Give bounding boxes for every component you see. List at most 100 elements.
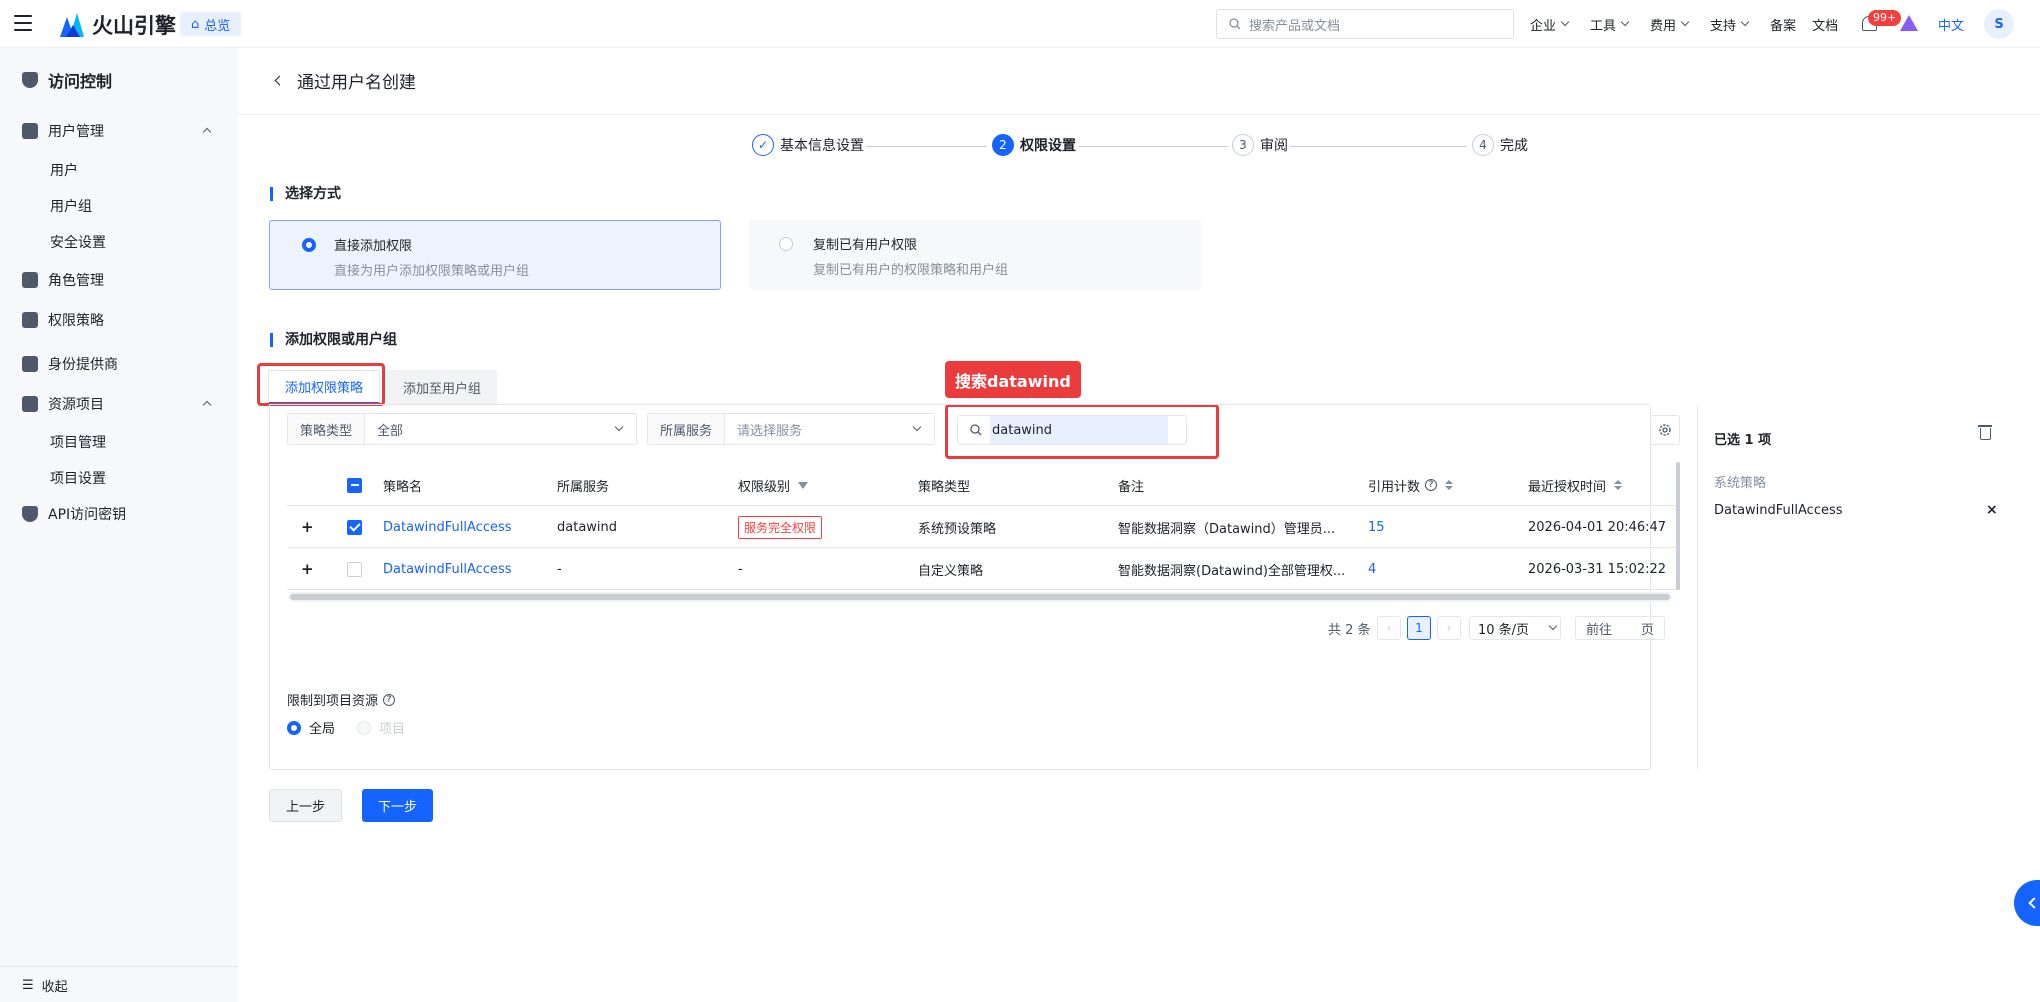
sidebar-item-label: 用户管理 <box>48 124 104 140</box>
policy-service: datawind <box>557 519 618 535</box>
nav-label: 工具 <box>1590 18 1617 34</box>
header-refs-label: 引用计数 <box>1368 479 1421 495</box>
goto-page-input[interactable]: 前往 页 <box>1575 616 1665 640</box>
expand-row-button[interactable]: + <box>301 548 314 590</box>
tab-add-to-group[interactable]: 添加至用户组 <box>387 370 498 404</box>
chevron-down-icon <box>1740 17 1750 27</box>
nav-filing[interactable]: 备案 <box>1770 15 1796 34</box>
expand-row-button[interactable]: + <box>301 506 314 548</box>
policy-name-link[interactable]: DatawindFullAccess <box>383 506 512 548</box>
nav-label: 支持 <box>1710 18 1737 34</box>
scope-project-option[interactable]: 项目 <box>357 718 405 737</box>
back-icon[interactable] <box>274 75 285 86</box>
top-bar: 火山引擎 ⌂ 总览 搜索产品或文档 企业 工具 费用 支持 备案 文档 99+ … <box>0 0 2040 48</box>
select-all-checkbox[interactable] <box>347 477 362 493</box>
page-1-button[interactable]: 1 <box>1407 616 1431 640</box>
policy-type-select[interactable]: 策略类型 全部 <box>287 413 637 445</box>
chevron-left-icon <box>2028 897 2040 909</box>
key-shield-icon <box>22 506 38 522</box>
sidebar-item-project-management[interactable]: 项目管理 <box>50 432 106 452</box>
table-header: 策略名 所属服务 权限级别 策略类型 备注 引用计数 ? 最近授权时间 <box>287 464 1680 506</box>
nav-billing[interactable]: 费用 <box>1650 15 1690 34</box>
reference-count-link[interactable]: 15 <box>1368 506 1385 548</box>
sidebar-item-api-keys[interactable]: API访问密钥 <box>22 504 126 524</box>
brand-logo[interactable]: 火山引擎 <box>60 10 176 40</box>
language-switch[interactable]: 中文 <box>1938 15 1964 34</box>
search-icon <box>1229 18 1241 30</box>
option-copy-user[interactable]: 复制已有用户权限 复制已有用户的权限策略和用户组 <box>749 220 1201 290</box>
sidebar-item-role-management[interactable]: 角色管理 <box>22 270 104 290</box>
row-checkbox-cell <box>347 506 362 548</box>
page-size-select[interactable]: 10 条/页 <box>1469 616 1561 640</box>
sidebar-item-resource-projects[interactable]: 资源项目 <box>22 394 104 414</box>
header-last-label: 最近授权时间 <box>1528 479 1607 495</box>
sidebar-item-label: 资源项目 <box>48 397 104 413</box>
policy-search-input[interactable]: datawind <box>957 415 1187 445</box>
step-number: 2 <box>992 134 1014 156</box>
filter-placeholder: 请选择服务 <box>737 423 803 439</box>
avatar[interactable]: S <box>1984 9 2014 39</box>
nav-docs[interactable]: 文档 <box>1812 15 1838 34</box>
sidebar-item-user-groups[interactable]: 用户组 <box>50 196 92 216</box>
next-step-button[interactable]: 下一步 <box>362 789 434 822</box>
radio-global[interactable] <box>287 720 301 735</box>
radio-project[interactable] <box>357 720 371 735</box>
chevron-down-icon <box>1560 17 1570 27</box>
vertical-scrollbar[interactable] <box>1676 462 1680 590</box>
menu-icon[interactable] <box>14 15 32 31</box>
sidebar-item-identity-providers[interactable]: 身份提供商 <box>22 354 118 374</box>
trash-icon[interactable] <box>1978 425 1992 440</box>
chevron-down-icon <box>1548 621 1558 631</box>
header-level-label: 权限级别 <box>738 479 791 495</box>
sort-icon[interactable] <box>1445 480 1454 490</box>
policy-type: 自定义策略 <box>918 563 984 579</box>
nav-enterprise[interactable]: 企业 <box>1530 15 1570 34</box>
chevron-up-icon[interactable] <box>202 127 212 137</box>
help-icon[interactable]: ? <box>383 693 396 706</box>
scope-global-option[interactable]: 全局 <box>287 718 335 737</box>
filter-icon[interactable] <box>798 481 809 489</box>
sort-icon[interactable] <box>1614 480 1623 490</box>
previous-step-button[interactable]: 上一步 <box>269 789 343 822</box>
overview-button[interactable]: ⌂ 总览 <box>180 12 242 36</box>
nav-label: 企业 <box>1530 18 1557 34</box>
next-page-button[interactable]: › <box>1437 616 1461 640</box>
service-select[interactable]: 所属服务 请选择服务 <box>647 413 935 445</box>
last-granted-time: 2026-04-01 20:46:47 <box>1528 519 1667 535</box>
gear-icon <box>1659 424 1671 436</box>
search-value: datawind <box>990 416 1168 444</box>
policy-note: 智能数据洞察(Datawind)全部管理权... <box>1118 563 1346 579</box>
chevron-up-icon[interactable] <box>202 400 212 410</box>
close-icon[interactable]: × <box>1986 502 1998 518</box>
row-checkbox[interactable] <box>347 561 362 577</box>
sidebar-item-policies[interactable]: 权限策略 <box>22 310 104 330</box>
section-title-add: 添加权限或用户组 <box>270 333 397 347</box>
prev-page-button[interactable]: ‹ <box>1377 616 1401 640</box>
option-title: 复制已有用户权限 <box>813 238 918 253</box>
sidebar-item-user-management[interactable]: 用户管理 <box>22 121 104 141</box>
mountain-icon[interactable] <box>1900 15 1918 31</box>
policy-name-link[interactable]: DatawindFullAccess <box>383 548 512 590</box>
horizontal-scrollbar[interactable] <box>288 592 1672 602</box>
page-header: 通过用户名创建 <box>274 68 416 93</box>
nav-support[interactable]: 支持 <box>1710 15 1750 34</box>
help-icon[interactable]: ? <box>1425 479 1438 491</box>
radio-direct[interactable] <box>302 238 316 252</box>
table-settings-button[interactable] <box>1650 415 1680 445</box>
floating-expand-button[interactable] <box>2014 880 2040 926</box>
option-direct-add[interactable]: 直接添加权限 直接为用户添加权限策略或用户组 <box>269 220 721 290</box>
sidebar-item-project-settings[interactable]: 项目设置 <box>50 468 106 488</box>
plus-icon: + <box>301 518 314 536</box>
scrollbar-thumb[interactable] <box>290 594 1670 600</box>
sidebar-item-users[interactable]: 用户 <box>50 160 78 180</box>
global-search-input[interactable]: 搜索产品或文档 <box>1216 9 1514 39</box>
sidebar-collapse-button[interactable]: ☰ 收起 <box>22 976 68 995</box>
reference-count-link[interactable]: 4 <box>1368 548 1376 590</box>
sidebar-item-security-settings[interactable]: 安全设置 <box>50 232 106 252</box>
option-title: 直接添加权限 <box>334 239 413 254</box>
nav-tools[interactable]: 工具 <box>1590 15 1630 34</box>
sidebar-title-label: 访问控制 <box>48 72 113 91</box>
radio-copy[interactable] <box>779 237 793 251</box>
row-checkbox[interactable] <box>347 519 362 535</box>
panel-divider <box>1697 405 1698 769</box>
